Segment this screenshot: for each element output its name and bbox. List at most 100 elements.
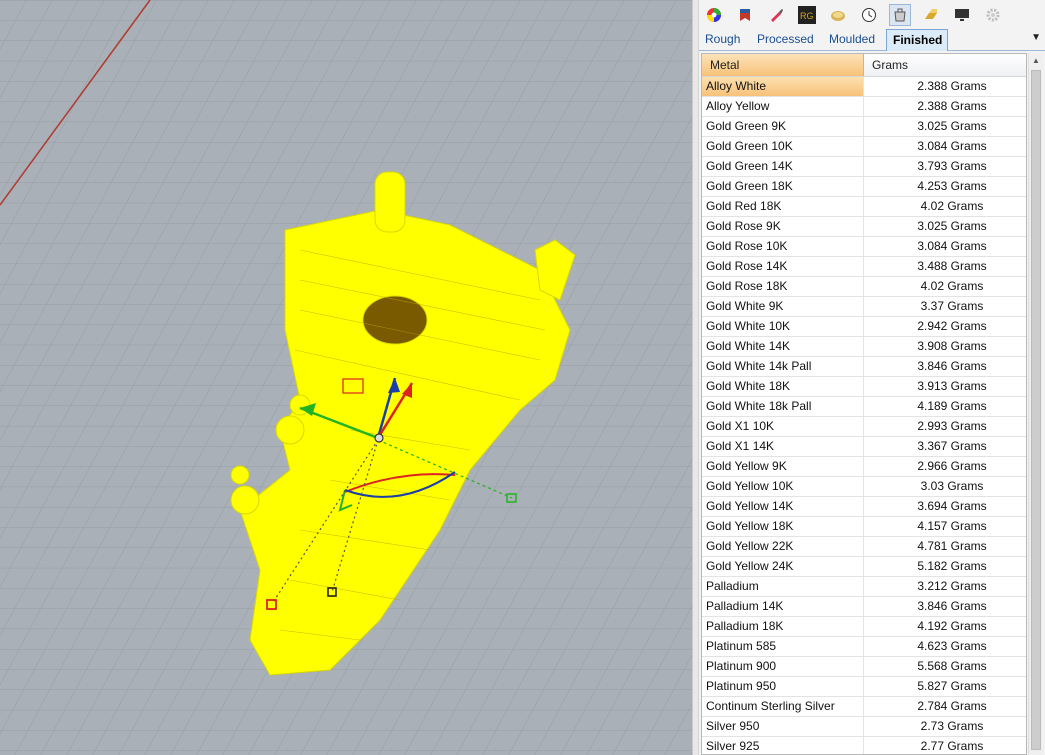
grams-cell: 3.212 Grams [917, 579, 987, 593]
table-row[interactable]: Continum Sterling Silver 2.784 Grams [702, 697, 1026, 717]
weight-icon[interactable] [889, 4, 911, 26]
table-row[interactable]: Gold Yellow 9K 2.966 Grams [702, 457, 1026, 477]
table-row[interactable]: Palladium 3.212 Grams [702, 577, 1026, 597]
metal-cell: Gold X1 14K [702, 437, 864, 456]
weight-tabs: Rough Processed Moulded Finished ▼ [699, 29, 1045, 51]
grams-cell: 3.488 Grams [917, 259, 987, 273]
metal-cell: Silver 950 [702, 717, 864, 736]
color-wheel-icon[interactable] [703, 4, 725, 26]
table-row[interactable]: Palladium 18K 4.192 Grams [702, 617, 1026, 637]
grams-cell: 5.568 Grams [917, 659, 987, 673]
metal-cell: Platinum 950 [702, 677, 864, 696]
grams-cell: 3.913 Grams [917, 379, 987, 393]
scroll-up-arrow-icon[interactable]: ▲ [1029, 53, 1043, 69]
table-row[interactable]: Gold Rose 14K 3.488 Grams [702, 257, 1026, 277]
table-row[interactable]: Gold Yellow 24K 5.182 Grams [702, 557, 1026, 577]
grams-cell: 2.73 Grams [920, 719, 984, 733]
tab-moulded[interactable]: Moulded [823, 29, 881, 51]
grams-cell: 4.189 Grams [917, 399, 987, 413]
brush-icon[interactable] [765, 4, 787, 26]
table-row[interactable]: Gold White 10K 2.942 Grams [702, 317, 1026, 337]
metal-cell: Gold Yellow 24K [702, 557, 864, 576]
tab-processed[interactable]: Processed [751, 29, 820, 51]
metal-cell: Silver 925 [702, 737, 864, 754]
metal-cell: Gold Yellow 18K [702, 517, 864, 536]
grams-cell: 3.908 Grams [917, 339, 987, 353]
rg-icon[interactable]: RG [796, 4, 818, 26]
scroll-thumb[interactable] [1031, 70, 1041, 750]
grams-cell: 3.084 Grams [917, 139, 987, 153]
table-row[interactable]: Gold White 18k Pall 4.189 Grams [702, 397, 1026, 417]
grams-cell: 4.02 Grams [920, 279, 984, 293]
metal-cell: Gold Yellow 9K [702, 457, 864, 476]
table-row[interactable]: Gold Green 18K 4.253 Grams [702, 177, 1026, 197]
grams-cell: 3.694 Grams [917, 499, 987, 513]
gold-icon[interactable] [920, 4, 942, 26]
grams-cell: 2.388 Grams [917, 79, 987, 93]
grams-cell: 4.623 Grams [917, 639, 987, 653]
table-row[interactable]: Gold Rose 10K 3.084 Grams [702, 237, 1026, 257]
metal-cell: Gold Rose 10K [702, 237, 864, 256]
grams-cell: 4.192 Grams [917, 619, 987, 633]
monitor-icon[interactable] [951, 4, 973, 26]
metal-cell: Gold Green 18K [702, 177, 864, 196]
tab-finished[interactable]: Finished [886, 29, 948, 51]
table-row[interactable]: Gold Red 18K 4.02 Grams [702, 197, 1026, 217]
tab-rough[interactable]: Rough [699, 29, 746, 51]
metal-cell: Gold Rose 9K [702, 217, 864, 236]
table-row[interactable]: Gold White 14k Pall 3.846 Grams [702, 357, 1026, 377]
column-header-grams[interactable]: Grams [864, 54, 1026, 76]
metal-cell: Gold Yellow 10K [702, 477, 864, 496]
grams-cell: 3.793 Grams [917, 159, 987, 173]
table-row[interactable]: Platinum 950 5.827 Grams [702, 677, 1026, 697]
table-row[interactable]: Alloy White 2.388 Grams [702, 77, 1026, 97]
grams-cell: 5.182 Grams [917, 559, 987, 573]
metal-cell: Gold Rose 14K [702, 257, 864, 276]
table-row[interactable]: Gold X1 10K 2.993 Grams [702, 417, 1026, 437]
table-row[interactable]: Gold Yellow 10K 3.03 Grams [702, 477, 1026, 497]
metal-weight-panel: RG Rough Processed Moulded Finished ▼ Me… [699, 0, 1045, 755]
table-row[interactable]: Gold Green 9K 3.025 Grams [702, 117, 1026, 137]
table-row[interactable]: Gold Green 10K 3.084 Grams [702, 137, 1026, 157]
table-body: Alloy White 2.388 Grams Alloy Yellow 2.388 … [702, 77, 1026, 754]
gear-icon[interactable] [982, 4, 1004, 26]
table-row[interactable]: Alloy Yellow 2.388 Grams [702, 97, 1026, 117]
metal-cell: Gold Green 10K [702, 137, 864, 156]
table-row[interactable]: Gold Green 14K 3.793 Grams [702, 157, 1026, 177]
table-row[interactable]: Gold Yellow 22K 4.781 Grams [702, 537, 1026, 557]
grams-cell: 2.388 Grams [917, 99, 987, 113]
table-row[interactable]: Gold White 14K 3.908 Grams [702, 337, 1026, 357]
table-row[interactable]: Gold Rose 18K 4.02 Grams [702, 277, 1026, 297]
table-row[interactable]: Silver 925 2.77 Grams [702, 737, 1026, 754]
table-row[interactable]: Platinum 585 4.623 Grams [702, 637, 1026, 657]
panel-splitter[interactable] [692, 0, 699, 755]
grams-cell: 2.784 Grams [917, 699, 987, 713]
table-row[interactable]: Silver 950 2.73 Grams [702, 717, 1026, 737]
table-row[interactable]: Gold X1 14K 3.367 Grams [702, 437, 1026, 457]
grams-cell: 3.37 Grams [920, 299, 984, 313]
column-header-metal[interactable]: Metal [702, 54, 864, 76]
table-row[interactable]: Palladium 14K 3.846 Grams [702, 597, 1026, 617]
table-row[interactable]: Gold Rose 9K 3.025 Grams [702, 217, 1026, 237]
gem-icon[interactable] [827, 4, 849, 26]
svg-text:RG: RG [800, 11, 814, 21]
chevron-down-icon[interactable]: ▼ [1031, 32, 1041, 43]
bookmark-icon[interactable] [734, 4, 756, 26]
grams-cell: 2.942 Grams [917, 319, 987, 333]
3d-viewport[interactable] [0, 0, 692, 755]
grams-cell: 4.781 Grams [917, 539, 987, 553]
table-row[interactable]: Gold Yellow 18K 4.157 Grams [702, 517, 1026, 537]
metal-cell: Gold White 14k Pall [702, 357, 864, 376]
table-row[interactable]: Gold White 9K 3.37 Grams [702, 297, 1026, 317]
scrollbar[interactable]: ▲ [1028, 53, 1043, 755]
table-row[interactable]: Platinum 900 5.568 Grams [702, 657, 1026, 677]
metal-cell: Gold Red 18K [702, 197, 864, 216]
grams-cell: 4.02 Grams [920, 199, 984, 213]
metal-cell: Gold Rose 18K [702, 277, 864, 296]
clock-icon[interactable] [858, 4, 880, 26]
grams-cell: 3.367 Grams [917, 439, 987, 453]
table-row[interactable]: Gold White 18K 3.913 Grams [702, 377, 1026, 397]
grams-cell: 2.77 Grams [920, 739, 984, 753]
metal-cell: Alloy White [702, 77, 864, 96]
table-row[interactable]: Gold Yellow 14K 3.694 Grams [702, 497, 1026, 517]
